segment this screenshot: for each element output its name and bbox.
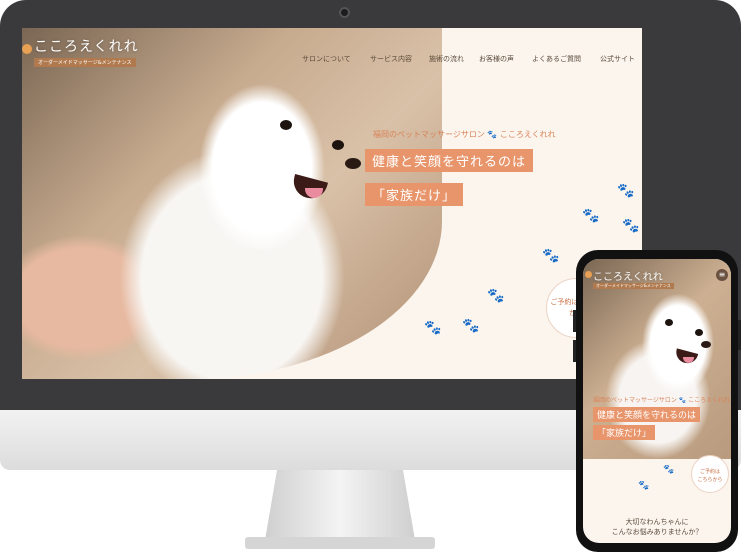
logo-icon <box>22 44 32 54</box>
hero-headline-1: 健康と笑顔を守れるのは <box>593 407 701 422</box>
paw-icon: 🐾 <box>638 481 650 491</box>
logo-subtitle: オーダーメイドマッサージ&メンテナンス <box>34 58 136 67</box>
menu-icon[interactable]: ≡ <box>716 269 728 281</box>
paw-icon: 🐾 <box>622 218 640 234</box>
nav-official-site[interactable]: 公式サイト <box>600 54 635 64</box>
reserve-label-1: ご予約は <box>699 469 720 475</box>
paw-icon: 🐾 <box>582 208 600 224</box>
nav-voices[interactable]: お客様の声 <box>479 54 514 64</box>
site-header: こころえくれれ オーダーメイドマッサージ&メンテナンス サロンについて サービス… <box>22 28 642 86</box>
logo-title[interactable]: こころえくれれ <box>34 36 139 56</box>
nav-flow[interactable]: 施術の流れ <box>429 54 464 64</box>
phone-volume-button <box>573 310 576 332</box>
hero-tagline: 福岡のペットマッサージサロン 🐾 こころえくれれ <box>593 397 730 404</box>
paw-icon: 🐾 <box>663 465 675 475</box>
paw-icon: 🐾 <box>487 288 505 304</box>
nav-faq[interactable]: よくあるご質問 <box>532 54 581 64</box>
worry-line-1: 大切なわんちゃんに <box>625 518 689 526</box>
dog-nose <box>345 158 361 169</box>
monitor-stand <box>265 470 415 540</box>
logo-title[interactable]: こころえくれれ <box>593 268 663 283</box>
logo-subtitle: オーダーメイドマッサージ&メンテナンス <box>593 283 674 289</box>
worry-line-2: こんなお悩みありませんか？ <box>611 528 703 536</box>
paw-icon: 🐾 <box>617 183 635 199</box>
desktop-screen: こころえくれれ オーダーメイドマッサージ&メンテナンス サロンについて サービス… <box>22 28 642 379</box>
dog-eye <box>695 329 703 336</box>
phone-screen: こころえくれれ オーダーメイドマッサージ&メンテナンス ≡ 福岡のペットマッサー… <box>583 259 731 543</box>
phone-volume-button <box>573 340 576 362</box>
monitor-stand-base <box>245 537 435 549</box>
dog-eye <box>280 120 292 130</box>
reserve-button[interactable]: ご予約は こちらから <box>691 455 729 493</box>
camera-icon <box>339 7 350 18</box>
phone-frame: こころえくれれ オーダーメイドマッサージ&メンテナンス ≡ 福岡のペットマッサー… <box>573 250 741 552</box>
dog-nose <box>701 341 711 348</box>
hero-headline-2: 「家族だけ」 <box>365 183 464 206</box>
logo-icon <box>585 271 592 278</box>
dog-eye <box>665 319 673 326</box>
nav-services[interactable]: サービス内容 <box>370 54 412 64</box>
dog-eye <box>332 140 344 150</box>
hero-tagline: 福岡のペットマッサージサロン 🐾 こころえくれれ <box>373 130 556 139</box>
reserve-label-2: こちらから <box>697 477 723 483</box>
hero-headline-2: 「家族だけ」 <box>593 425 656 440</box>
nav-about[interactable]: サロンについて <box>302 54 351 64</box>
paw-icon: 🐾 <box>424 320 442 336</box>
hero-headline-1: 健康と笑顔を守れるのは <box>365 149 534 172</box>
worry-heading: 大切なわんちゃんに こんなお悩みありませんか？ <box>583 517 731 537</box>
paw-icon: 🐾 <box>542 248 560 264</box>
paw-icon: 🐾 <box>462 318 480 334</box>
